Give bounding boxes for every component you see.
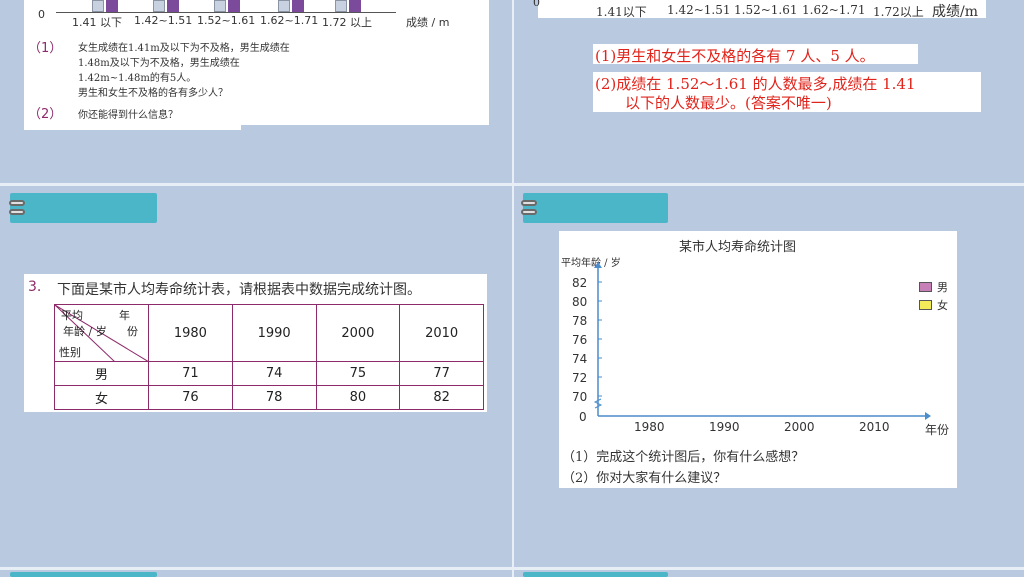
bar-stub xyxy=(349,0,361,12)
bar-stub xyxy=(153,0,165,12)
year-header: 1990 xyxy=(231,304,317,362)
x-tick: 1990 xyxy=(709,420,740,434)
chart-title: 某市人均寿命统计图 xyxy=(679,240,797,255)
tick-label: 1.41以下 xyxy=(596,5,647,19)
section-title-bar-bottom xyxy=(523,572,668,577)
axis-zero: 0 xyxy=(533,0,540,9)
table-header-diagonal-cell: 平均 年 年龄 / 岁 份 性别 xyxy=(54,304,149,362)
table-cell: 74 xyxy=(231,361,317,386)
y-tick: 82 xyxy=(572,276,588,290)
table-row: 女 76 78 80 82 xyxy=(54,385,484,410)
x-axis-line xyxy=(56,12,396,13)
axis-unit: 成绩/m xyxy=(932,4,978,20)
vertical-divider xyxy=(512,0,514,577)
life-expectancy-table: 平均 年 年龄 / 岁 份 性别 1980 1990 2000 2010 男 7… xyxy=(54,304,484,410)
horizontal-divider-top xyxy=(0,183,1024,186)
binder-ring-icon xyxy=(9,200,25,206)
table-cell: 82 xyxy=(399,385,484,410)
empty-chart-axes xyxy=(593,262,931,420)
axis-unit: 成绩 / m xyxy=(406,16,450,29)
tick-label: 1.42~1.51 xyxy=(134,14,193,27)
tick-label: 1.52~1.61 xyxy=(197,14,256,27)
bar-stub xyxy=(214,0,226,12)
table-cell: 77 xyxy=(399,361,484,386)
answer-line: 以下的人数最少。(答案不唯一) xyxy=(625,94,832,112)
row-label: 男 xyxy=(54,361,149,386)
section-title-bar xyxy=(523,193,668,223)
question-line: 1.42m~1.48m的有5人。 xyxy=(78,73,197,84)
table-cell: 78 xyxy=(231,385,317,410)
tick-label: 1.62~1.71 xyxy=(802,3,866,17)
x-tick: 2010 xyxy=(859,420,890,434)
y-tick: 78 xyxy=(572,314,588,328)
horizontal-divider-bottom xyxy=(0,567,1024,570)
y-tick: 74 xyxy=(572,352,588,366)
binder-ring-icon xyxy=(521,209,537,215)
question-number: （2） xyxy=(28,107,63,122)
bar-stub xyxy=(278,0,290,12)
legend-swatch-female xyxy=(919,300,932,310)
header-gender: 性别 xyxy=(59,346,81,359)
header-avg: 平均 xyxy=(61,309,83,322)
bar-stub xyxy=(292,0,304,12)
header-age: 年龄 / 岁 xyxy=(63,325,107,338)
y-tick: 72 xyxy=(572,371,588,385)
y-tick: 76 xyxy=(572,333,588,347)
x-tick: 2000 xyxy=(784,420,815,434)
tick-label: 1.42~1.51 xyxy=(667,3,731,17)
section-title-bar xyxy=(10,193,157,223)
question-line: 1.48m及以下为不及格，男生成绩在 xyxy=(78,58,240,69)
question-line: 男生和女生不及格的各有多少人？ xyxy=(78,88,228,99)
tick-label: 1.72 以上 xyxy=(322,16,372,29)
y-tick: 80 xyxy=(572,295,588,309)
x-tick: 1980 xyxy=(634,420,665,434)
row-label: 女 xyxy=(54,385,149,410)
bar-stub xyxy=(228,0,240,12)
section-title-bar-bottom xyxy=(10,572,157,577)
header-share: 份 xyxy=(127,325,138,338)
y-tick: 70 xyxy=(572,390,588,404)
legend-swatch-male xyxy=(919,282,932,292)
header-year: 年 xyxy=(119,309,130,322)
table-cell: 76 xyxy=(148,385,233,410)
table-cell: 80 xyxy=(315,385,401,410)
chart-question: （2）你对大家有什么建议？ xyxy=(562,471,727,486)
legend-label: 女 xyxy=(937,299,948,312)
bar-stub xyxy=(92,0,104,12)
question-line: 女生成绩在1.41m及以下为不及格，男生成绩在 xyxy=(78,43,290,54)
question-number: （1） xyxy=(28,41,63,56)
question-line: 你还能得到什么信息？ xyxy=(78,110,178,121)
problem-text: 下面是某市人均寿命统计表，请根据表中数据完成统计图。 xyxy=(57,282,421,298)
axis-zero: 0 xyxy=(38,8,45,21)
problem-number: 3. xyxy=(28,279,42,295)
table-row: 男 71 74 75 77 xyxy=(54,361,484,386)
table-cell: 75 xyxy=(315,361,401,386)
binder-ring-icon xyxy=(521,200,537,206)
binder-ring-icon xyxy=(9,209,25,215)
answer-line: (1)男生和女生不及格的各有 7 人、5 人。 xyxy=(595,47,875,65)
chart-question: （1）完成这个统计图后，你有什么感想？ xyxy=(562,450,805,465)
x-axis-label: 年份 xyxy=(925,423,950,437)
bar-stub xyxy=(167,0,179,12)
bar-stub xyxy=(335,0,347,12)
year-header: 1980 xyxy=(148,304,233,362)
legend-label: 男 xyxy=(937,281,948,294)
bar-stub xyxy=(106,0,118,12)
tick-label: 1.41 以下 xyxy=(72,16,122,29)
table-cell: 71 xyxy=(148,361,233,386)
year-header: 2000 xyxy=(315,304,401,362)
y-tick: 0 xyxy=(579,410,587,424)
tick-label: 1.62~1.71 xyxy=(260,14,319,27)
tick-label: 1.52~1.61 xyxy=(734,3,798,17)
answer-line: (2)成绩在 1.52～1.61 的人数最多,成绩在 1.41 xyxy=(595,75,916,93)
tick-label: 1.72以上 xyxy=(873,5,924,19)
year-header: 2010 xyxy=(399,304,484,362)
